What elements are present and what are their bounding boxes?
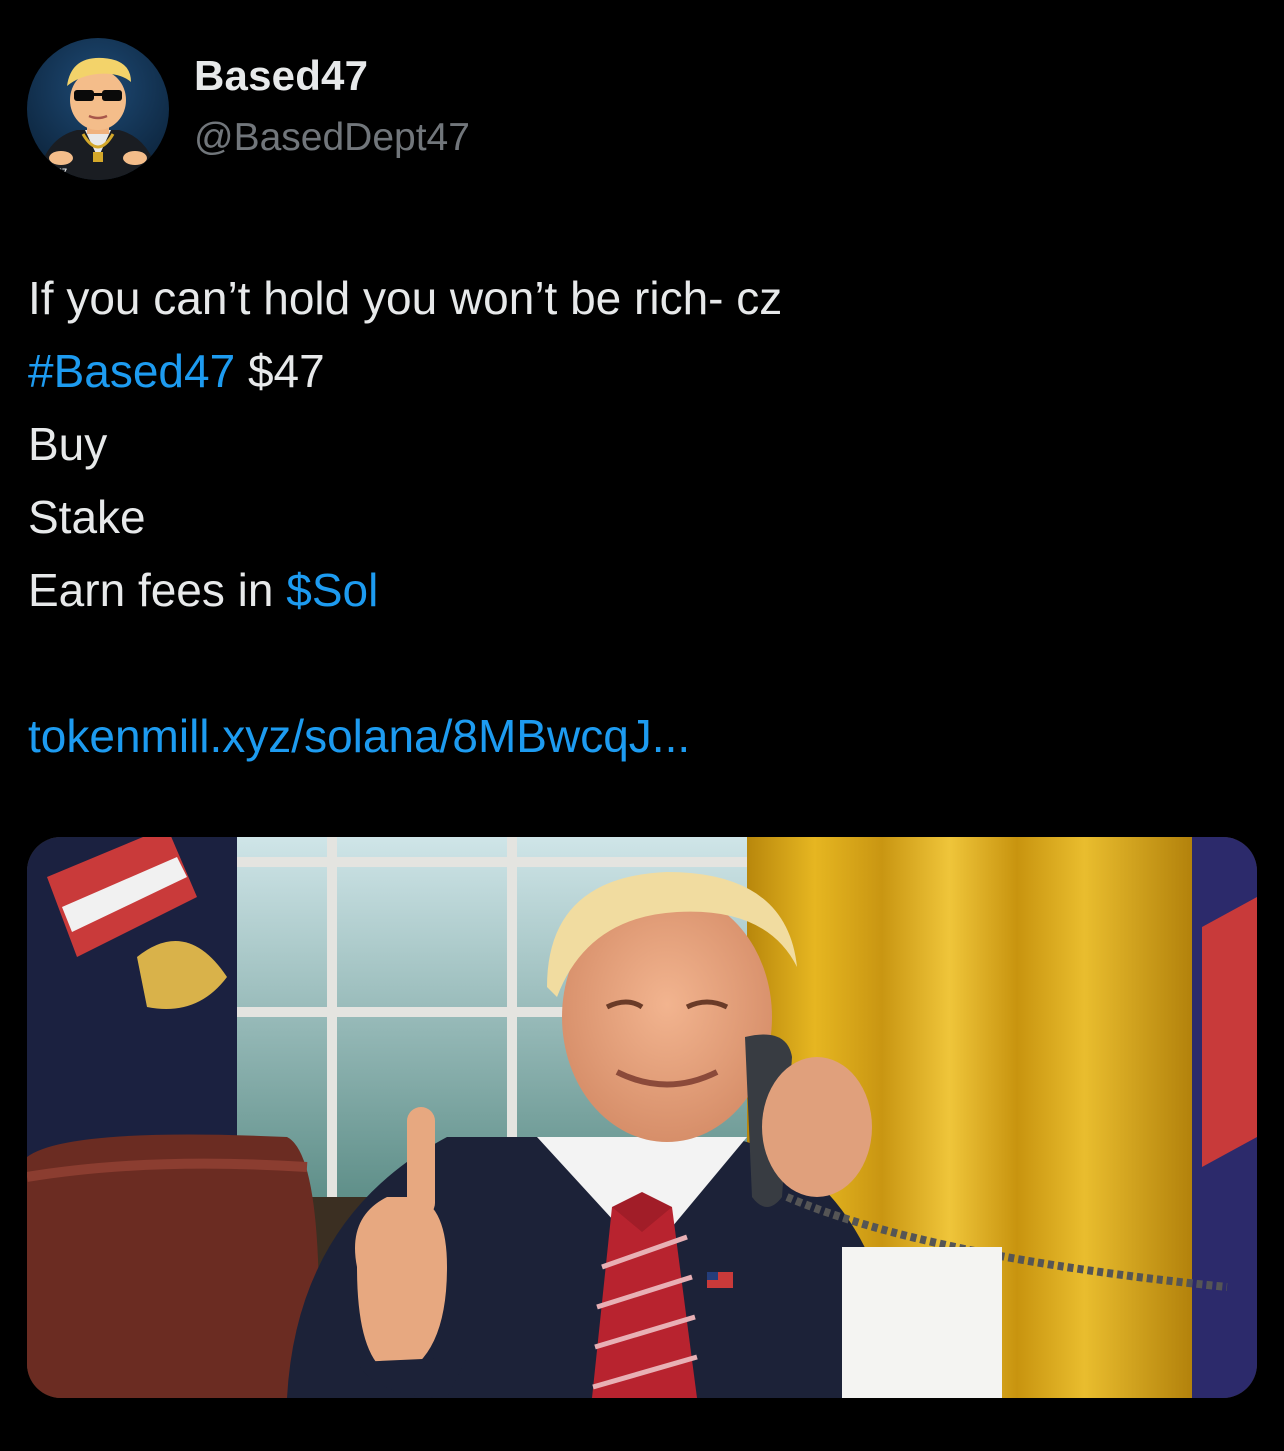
cashtag-sol-link[interactable]: $Sol [286,564,378,616]
user-handle[interactable]: @BasedDept47 [194,116,470,160]
tweet-photo[interactable] [27,837,1257,1398]
tweet-line-stake: Stake [28,491,146,543]
display-name[interactable]: Based47 [194,52,368,100]
url-link[interactable]: tokenmill.xyz/solana/8MBwcqJ... [28,710,690,762]
hashtag-link[interactable]: #Based47 [28,345,235,397]
avatar-badge: 47 [57,167,67,177]
tweet-text: If you can’t hold you won’t be rich- cz … [28,262,1248,773]
tweet-line-buy: Buy [28,418,108,470]
earn-prefix: Earn fees in [28,564,287,616]
tweet-line-tags: #Based47 $47 [28,335,1248,408]
avatar[interactable]: 47 [27,38,169,180]
photo-image [27,837,1257,1398]
tweet-line-earn: Earn fees in $Sol [28,554,1248,627]
cashtag-47: $47 [247,345,325,397]
cartoon-avatar-icon: 47 [37,57,159,180]
tweet-line-quote: If you can’t hold you won’t be rich- cz [28,272,783,324]
